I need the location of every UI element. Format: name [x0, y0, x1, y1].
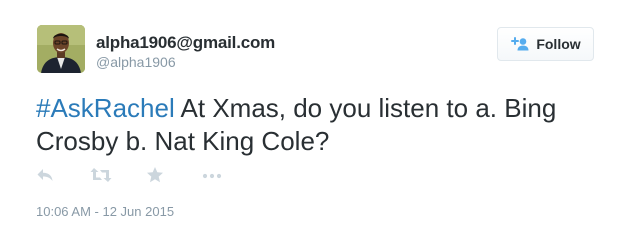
author-display-name[interactable]: alpha1906@gmail.com [96, 33, 275, 53]
tweet-text: #AskRachel At Xmas, do you listen to a. … [36, 92, 596, 158]
add-user-icon [511, 37, 529, 51]
hashtag-link[interactable]: #AskRachel [36, 93, 175, 123]
reply-icon [37, 169, 53, 181]
author-handle[interactable]: @alpha1906 [96, 54, 176, 70]
reply-button[interactable] [36, 166, 54, 184]
tweet-card: alpha1906@gmail.com @alpha1906 Follow #A… [0, 0, 631, 243]
star-icon [147, 167, 163, 183]
retweet-icon [90, 168, 112, 182]
follow-button[interactable]: Follow [497, 27, 594, 61]
favorite-button[interactable] [146, 166, 164, 184]
tweet-timestamp[interactable]: 10:06 AM - 12 Jun 2015 [36, 204, 174, 219]
avatar[interactable] [37, 25, 85, 73]
more-icon [202, 173, 222, 179]
user-avatar-icon [37, 25, 85, 73]
more-button[interactable] [202, 166, 222, 184]
retweet-button[interactable] [90, 166, 112, 184]
follow-button-label: Follow [536, 36, 581, 52]
